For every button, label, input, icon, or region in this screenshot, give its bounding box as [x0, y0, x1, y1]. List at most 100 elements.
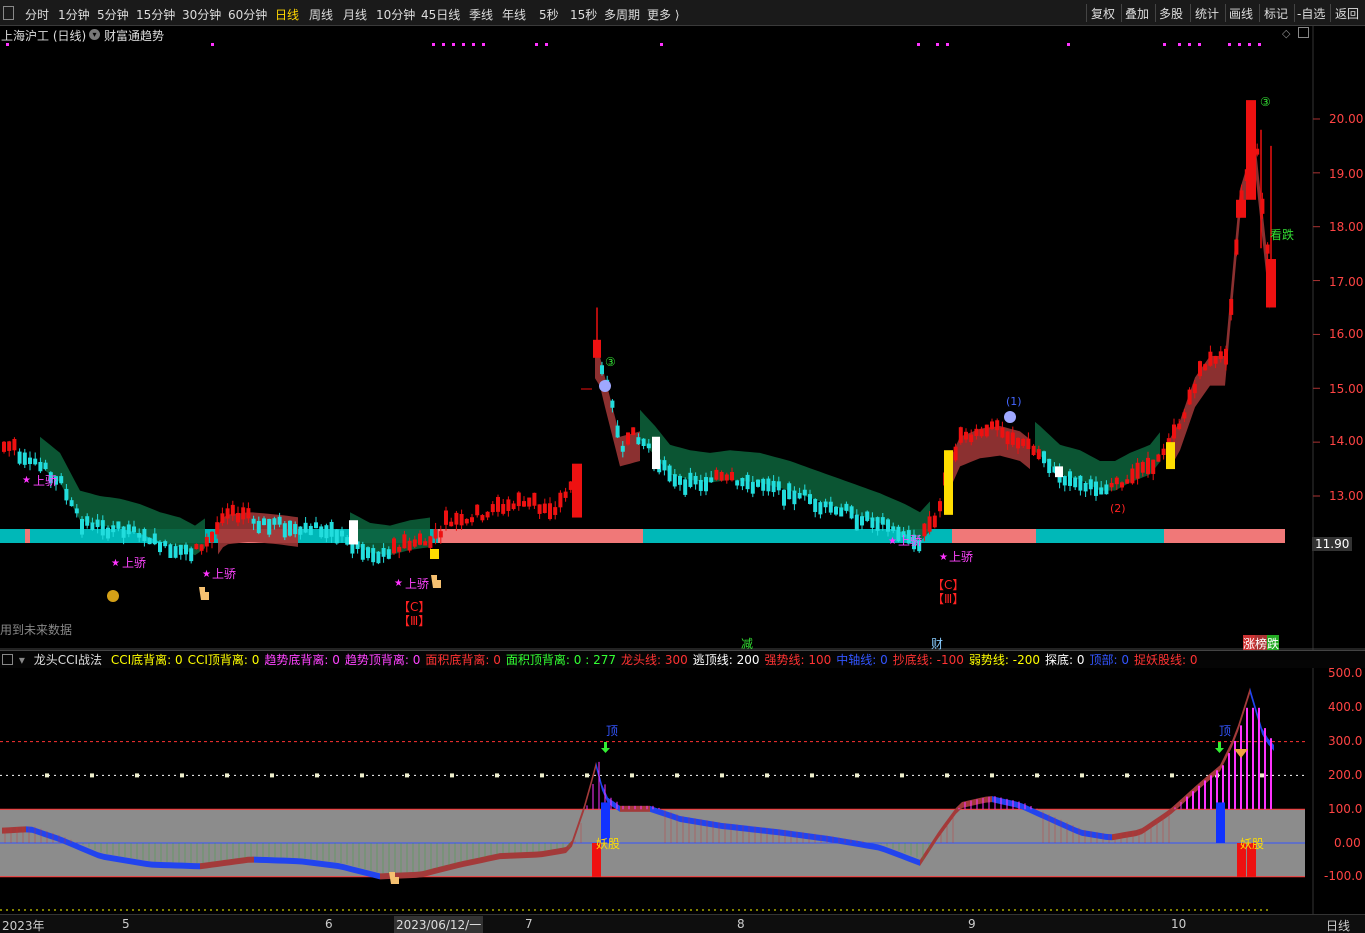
- signal-square: [430, 549, 439, 559]
- monster-stock-label: 妖股: [596, 837, 621, 851]
- bearish-signal: 看跌: [1270, 228, 1295, 242]
- candle-body: [724, 474, 729, 481]
- cci-line-segment: [206, 861, 212, 869]
- candle-body: [886, 519, 890, 532]
- candle-body: [1151, 459, 1156, 475]
- cci-indicator-title[interactable]: 龙头CCI战法: [34, 651, 102, 668]
- candle-body: [698, 479, 703, 491]
- candle-body: [932, 515, 937, 528]
- shangjiao-label: 上骄: [212, 567, 237, 581]
- indicator-dropdown-icon[interactable]: ▾: [89, 29, 100, 40]
- candle-body: [880, 517, 885, 525]
- cci-line-segment: [104, 853, 110, 861]
- candle-body: [782, 489, 786, 506]
- stock-title[interactable]: 上海沪工 (日线): [1, 27, 86, 44]
- cci-marker: [765, 773, 769, 778]
- candle-body: [1166, 442, 1175, 470]
- star-icon: ★: [888, 536, 897, 547]
- cci-line-segment: [218, 860, 224, 867]
- pointer-hand-icon: [431, 575, 441, 588]
- candle-body: [402, 534, 407, 549]
- maximize-icon[interactable]: [1297, 27, 1309, 38]
- cci-line-segment: [284, 857, 290, 864]
- cci-marker: [1260, 773, 1264, 778]
- cci-line-segment: [416, 871, 422, 878]
- candle-body: [610, 400, 615, 408]
- trend-band-segment: [438, 529, 643, 543]
- candle-body: [428, 536, 433, 548]
- candle-body: [454, 512, 459, 525]
- candle-body: [891, 526, 896, 531]
- star-icon: ★: [202, 569, 211, 580]
- cci-line-segment: [536, 851, 542, 858]
- candle-body: [158, 541, 162, 553]
- cci-param-5: 面积顶背离: 0 : 277: [505, 653, 616, 667]
- candle-body: [90, 522, 95, 530]
- candle-body: [314, 522, 318, 529]
- monster-stock-label: 妖股: [1240, 837, 1265, 851]
- candle-body: [1120, 482, 1124, 488]
- cci-line-segment: [332, 862, 338, 870]
- candle-body: [1266, 259, 1276, 308]
- candle-body: [490, 504, 495, 513]
- down-arrow-icon: [1215, 742, 1224, 753]
- candle-body: [776, 481, 781, 491]
- candle-body: [459, 513, 464, 526]
- candle-body: [142, 528, 147, 542]
- price-axis-label: 17.00: [1329, 275, 1364, 289]
- cci-line-segment: [530, 851, 536, 858]
- candle-body: [1055, 466, 1063, 478]
- cci-dropdown-icon[interactable]: ▾: [19, 653, 25, 667]
- money-bag-icon: [107, 590, 119, 602]
- cci-window-icon[interactable]: [2, 654, 13, 665]
- candle-body: [272, 518, 277, 525]
- candle-body: [376, 551, 381, 564]
- cci-marker: [810, 773, 814, 778]
- candle-body: [1234, 239, 1239, 255]
- candle-body: [516, 492, 521, 507]
- candle-body: [22, 452, 27, 465]
- cci-axis-label: 300.0: [1328, 734, 1363, 748]
- cci-param-7: 逃顶线: 200: [692, 653, 760, 667]
- price-axis-label: 16.00: [1329, 327, 1364, 341]
- diamond-signal-icon: [1234, 749, 1248, 758]
- cci-marker: [180, 773, 184, 778]
- candle-body: [641, 438, 646, 446]
- candle-body: [828, 501, 833, 513]
- candle-body: [220, 513, 225, 524]
- cci-line-segment: [518, 852, 524, 859]
- candle-body: [1068, 471, 1072, 486]
- candle-body: [334, 529, 339, 544]
- candle-body: [600, 365, 604, 375]
- top-signal-label: 顶: [606, 724, 619, 738]
- candle-body: [995, 420, 1000, 431]
- candle-body: [1246, 100, 1256, 200]
- cci-param-6: 龙头线: 300: [621, 653, 688, 667]
- cci-line-segment: [152, 861, 158, 868]
- cci-param-list: CCI底背离: 0 CCI顶背离: 0 趋势底背离: 0 趋势顶背离: 0 面积底背离:…: [111, 651, 1203, 668]
- candle-body: [184, 544, 188, 555]
- diamond-icon[interactable]: ◇: [1282, 27, 1290, 40]
- candle-body: [761, 478, 766, 491]
- time-axis-label: 6: [325, 917, 333, 931]
- cci-param-9: 中轴线: 0: [836, 653, 888, 667]
- candle-body: [1203, 364, 1208, 371]
- kline-chart[interactable]: ★ ★ ★ ★ ★ ★: [0, 0, 1365, 933]
- indicator-name[interactable]: 财富通趋势: [104, 27, 164, 44]
- candle-body: [163, 541, 168, 547]
- candle-body: [974, 428, 979, 436]
- cci-line-segment: [524, 851, 530, 859]
- cci-line-segment: [560, 847, 566, 855]
- candle-body: [64, 488, 69, 501]
- cci-axis-label: 400.0: [1328, 700, 1363, 714]
- candle-body: [475, 504, 480, 516]
- cci-marker: [675, 773, 679, 778]
- candle-body: [1224, 348, 1228, 365]
- candle-body: [1005, 431, 1010, 445]
- candle-body: [553, 507, 558, 515]
- candle-body: [792, 490, 797, 505]
- candle-body: [1036, 449, 1041, 460]
- cci-line-segment: [554, 848, 560, 856]
- cci-indicator-header: ▾ 龙头CCI战法 CCI底背离: 0 CCI顶背离: 0 趋势底背离: 0 趋势顶背…: [0, 650, 1365, 668]
- cci-line-segment: [116, 855, 122, 863]
